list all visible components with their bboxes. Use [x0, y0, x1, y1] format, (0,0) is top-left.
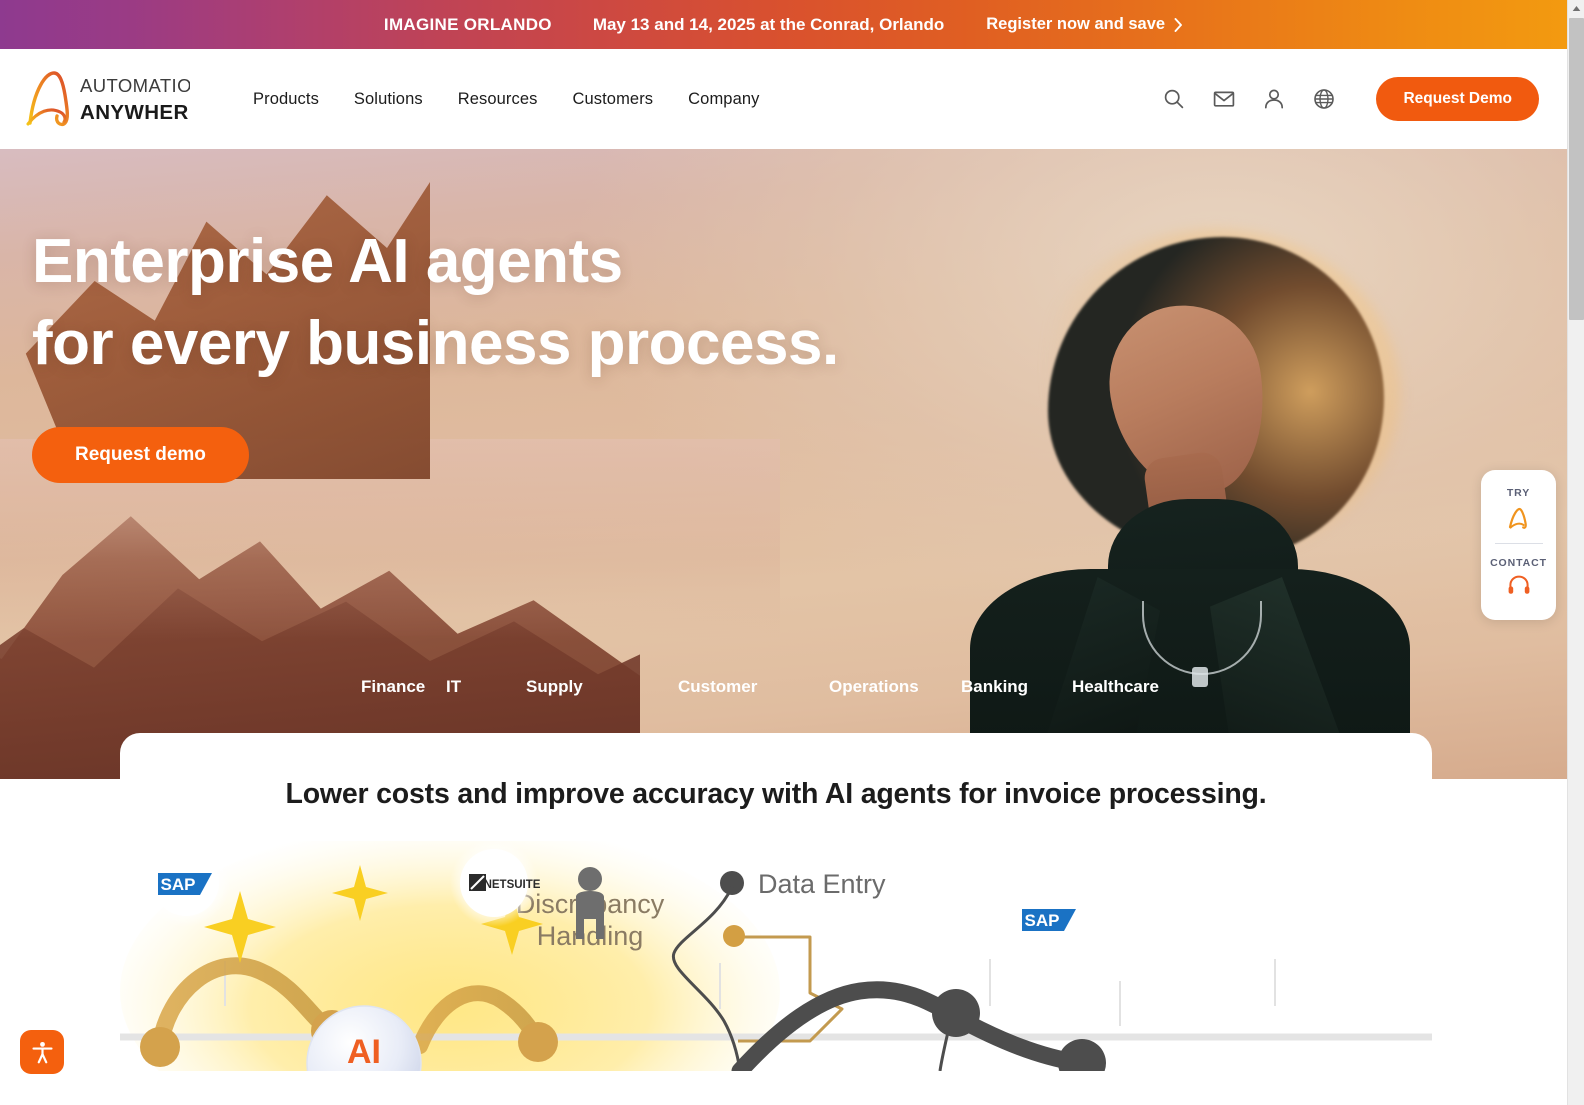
logo-text-line1: AUTOMATION	[80, 75, 190, 96]
logo-home-link[interactable]: AUTOMATION ANYWHERE	[24, 67, 190, 131]
search-icon[interactable]	[1162, 87, 1186, 111]
hero-title-line2: for every business process.	[32, 308, 839, 378]
scrollbar-up-button[interactable]	[1568, 0, 1584, 17]
category-healthcare[interactable]: Healthcare	[1072, 677, 1159, 697]
scrollbar-thumb[interactable]	[1569, 18, 1584, 320]
label-data-entry: Data Entry	[758, 869, 886, 899]
nav-item-company[interactable]: Company	[688, 90, 759, 109]
hero-category-strip: Finance IT Supply Customer Operations Ba…	[0, 677, 1567, 697]
automation-anywhere-logo: AUTOMATION ANYWHERE	[26, 71, 190, 127]
invoice-processing-illustration: Discrepancy Handling AI AGENT	[120, 841, 1432, 1071]
page-scrollbar[interactable]	[1567, 0, 1584, 1105]
netsuite-logo-text: NETSUITE	[484, 879, 541, 891]
flow-node-grey-1	[932, 989, 980, 1037]
accessibility-icon	[31, 1041, 53, 1063]
hero-title-line1: Enterprise AI agents	[32, 227, 623, 296]
flow-node-grey-2	[1058, 1039, 1106, 1071]
main-navigation: Products Solutions Resources Customers C…	[253, 90, 759, 109]
logo-text-line2: ANYWHERE	[80, 101, 190, 124]
mail-icon[interactable]	[1212, 87, 1236, 111]
header-actions: Request Demo	[1162, 77, 1539, 121]
side-contact-label: CONTACT	[1490, 557, 1547, 569]
site-header: AUTOMATION ANYWHERE Products Solutions R…	[0, 49, 1567, 149]
category-supply[interactable]: Supply	[526, 677, 678, 697]
hero-copy: Enterprise AI agents for every business …	[32, 221, 839, 483]
category-banking[interactable]: Banking	[961, 677, 1072, 697]
nav-item-products[interactable]: Products	[253, 90, 319, 109]
sap-logo-text-left: SAP	[161, 875, 196, 894]
nav-item-customers[interactable]: Customers	[572, 90, 653, 109]
globe-icon[interactable]	[1312, 87, 1336, 111]
card-title: Lower costs and improve accuracy with AI…	[285, 778, 1267, 810]
flow-node-warm-3	[518, 1022, 558, 1062]
category-finance[interactable]: Finance	[361, 677, 446, 697]
request-demo-button-hero[interactable]: Request demo	[32, 426, 249, 483]
discrepancy-node	[723, 925, 745, 947]
a-monogram-icon[interactable]	[1506, 505, 1532, 531]
category-customer[interactable]: Customer	[678, 677, 829, 697]
ai-agent-badge-line1: AI	[347, 1033, 381, 1071]
promo-banner-register-link[interactable]: Register now and save	[986, 15, 1183, 34]
promo-banner-date: May 13 and 14, 2025 at the Conrad, Orlan…	[592, 14, 945, 34]
sap-logo-left: SAP	[142, 841, 230, 927]
invoice-processing-card: Lower costs and improve accuracy with AI…	[120, 733, 1432, 1105]
side-try-label: TRY	[1506, 487, 1531, 499]
request-demo-button-header[interactable]: Request Demo	[1376, 77, 1539, 121]
scroll-up-arrow-icon	[1572, 6, 1581, 11]
category-operations[interactable]: Operations	[829, 677, 961, 697]
nav-item-solutions[interactable]: Solutions	[354, 90, 423, 109]
chevron-right-icon	[1174, 17, 1183, 32]
category-it[interactable]: IT	[446, 677, 526, 697]
browser-viewport: IMAGINE ORLANDO May 13 and 14, 2025 at t…	[0, 0, 1567, 1105]
hero-title: Enterprise AI agents for every business …	[32, 221, 839, 385]
promo-banner-title: IMAGINE ORLANDO	[383, 14, 552, 34]
promo-banner[interactable]: IMAGINE ORLANDO May 13 and 14, 2025 at t…	[0, 0, 1567, 49]
side-quick-actions: TRY CONTACT	[1481, 470, 1556, 620]
nav-item-resources[interactable]: Resources	[458, 90, 538, 109]
sap-logo-text-right: SAP	[1025, 911, 1060, 930]
accessibility-button[interactable]	[20, 1030, 64, 1074]
user-icon[interactable]	[1262, 87, 1286, 111]
hero-section: Enterprise AI agents for every business …	[0, 149, 1567, 779]
promo-banner-register-label: Register now and save	[986, 15, 1166, 33]
sap-logo-right: SAP	[1006, 875, 1094, 963]
illustration-canvas: Discrepancy Handling AI AGENT	[120, 841, 1432, 1071]
data-entry-node	[720, 871, 744, 895]
headset-icon[interactable]	[1507, 574, 1531, 596]
side-widget-divider	[1494, 543, 1543, 544]
label-discrepancy-line2: Handling	[537, 921, 644, 951]
promo-banner-content: IMAGINE ORLANDO May 13 and 14, 2025 at t…	[384, 15, 1183, 35]
flow-node-warm-1	[140, 1027, 180, 1067]
